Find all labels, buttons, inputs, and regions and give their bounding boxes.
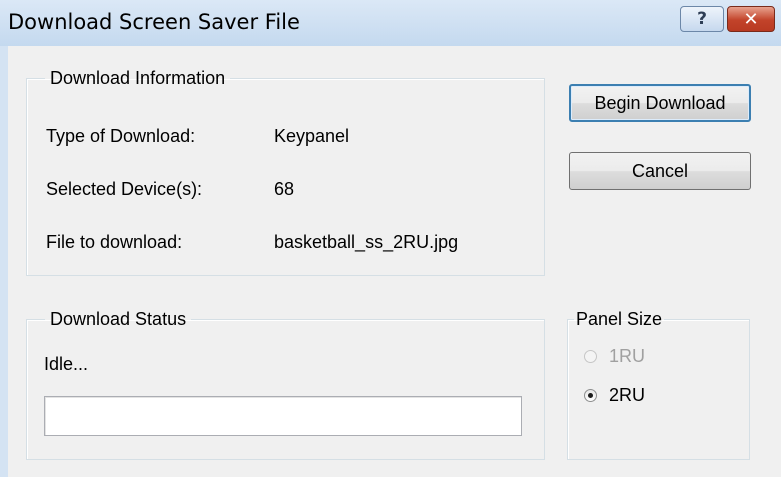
download-progress-bar	[44, 396, 522, 436]
radio-1ru[interactable]: 1RU	[584, 344, 734, 368]
help-icon: ?	[697, 9, 707, 29]
radio-1ru-label: 1RU	[609, 345, 646, 366]
status-text: Idle...	[44, 354, 89, 374]
download-information-legend: Download Information	[50, 68, 226, 88]
type-of-download-value: Keypanel	[274, 126, 350, 146]
radio-2ru-indicator[interactable]	[584, 388, 597, 402]
radio-1ru-indicator[interactable]	[584, 349, 597, 363]
dialog-client-area: Download Information Type of Download: K…	[8, 46, 781, 477]
selected-devices-value: 68	[274, 179, 295, 199]
type-of-download-label: Type of Download:	[46, 126, 196, 146]
window-title: Download Screen Saver File	[8, 10, 300, 34]
help-button[interactable]: ?	[680, 6, 724, 32]
cancel-button[interactable]: Cancel	[569, 152, 751, 190]
download-status-group: Download Status	[26, 309, 545, 460]
close-button[interactable]: ✕	[727, 6, 775, 32]
begin-download-button[interactable]: Begin Download	[569, 84, 751, 122]
panel-size-legend: Panel Size	[576, 309, 663, 329]
radio-2ru-label: 2RU	[609, 384, 646, 405]
radio-2ru[interactable]: 2RU	[584, 383, 734, 407]
file-to-download-label: File to download:	[46, 232, 183, 252]
selected-devices-label: Selected Device(s):	[46, 179, 203, 199]
dialog-window: Download Screen Saver File ? ✕ Download …	[0, 0, 781, 477]
file-to-download-value: basketball_ss_2RU.jpg	[274, 232, 459, 252]
title-bar[interactable]: Download Screen Saver File ? ✕	[0, 0, 781, 46]
download-status-legend: Download Status	[50, 309, 187, 329]
close-icon: ✕	[743, 8, 759, 30]
